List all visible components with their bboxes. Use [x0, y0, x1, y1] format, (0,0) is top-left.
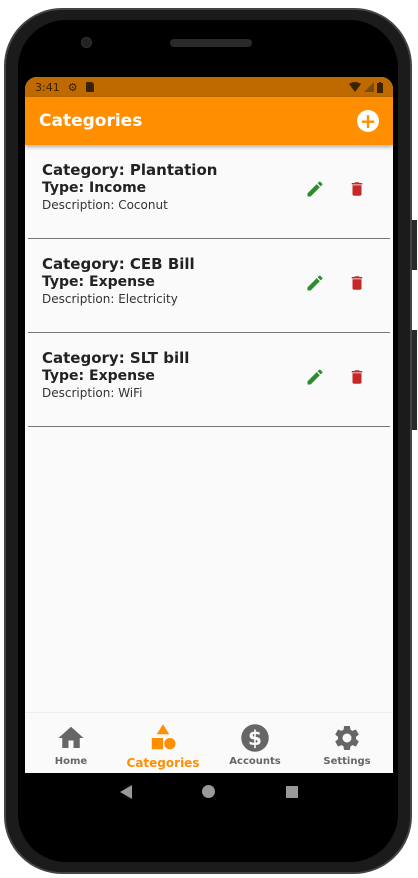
plus-circle-icon: + [359, 109, 377, 133]
app-bar: Categories + [25, 97, 393, 145]
delete-icon[interactable] [348, 179, 366, 199]
wifi-icon [349, 82, 361, 92]
speaker-grille [170, 39, 252, 47]
home-button-icon[interactable] [202, 785, 216, 798]
shapes-icon [151, 724, 176, 750]
volume-button [412, 220, 417, 270]
tab-accounts[interactable]: $ Accounts [209, 713, 301, 773]
tab-home[interactable]: Home [25, 713, 117, 773]
tab-label: Categories [126, 756, 200, 770]
screen: 3:41 ⚙ Categories + Category: Plantation… [25, 77, 393, 810]
signal-icon [364, 82, 374, 92]
category-name: Category: SLT bill [42, 349, 190, 367]
status-time: 3:41 [35, 80, 60, 94]
category-type: Type: Income [42, 180, 147, 196]
category-item: Category: SLT bill Type: Expense Descrip… [28, 333, 390, 427]
svg-text:$: $ [248, 726, 262, 750]
battery-icon [377, 81, 383, 93]
category-description: Description: Electricity [42, 292, 178, 306]
tab-label: Settings [323, 756, 371, 767]
recents-icon[interactable] [285, 785, 298, 798]
bottom-navigation: Home Categories $ Accounts Settings [25, 712, 393, 773]
tab-categories[interactable]: Categories [117, 713, 209, 773]
category-type: Type: Expense [42, 274, 155, 290]
status-bar: 3:41 ⚙ [25, 77, 393, 97]
power-button [412, 330, 417, 430]
category-list: Category: Plantation Type: Income Descri… [25, 145, 393, 427]
category-name: Category: CEB Bill [42, 255, 195, 273]
delete-icon[interactable] [348, 367, 366, 387]
sd-card-icon [85, 82, 94, 92]
tab-settings[interactable]: Settings [301, 713, 393, 773]
category-name: Category: Plantation [42, 161, 218, 179]
edit-icon[interactable] [305, 273, 325, 293]
tab-label: Home [54, 756, 88, 767]
category-description: Description: WiFi [42, 386, 143, 400]
edit-icon[interactable] [305, 179, 325, 199]
category-item: Category: Plantation Type: Income Descri… [28, 145, 390, 239]
add-category-button[interactable]: + [357, 110, 379, 132]
home-icon [58, 726, 84, 748]
gear-icon [335, 726, 359, 750]
front-camera [81, 37, 92, 48]
page-title: Categories [39, 111, 143, 131]
dollar-circle-icon: $ [241, 724, 269, 752]
settings-status-icon: ⚙ [67, 80, 78, 94]
delete-icon[interactable] [348, 273, 366, 293]
tab-label: Accounts [229, 756, 281, 767]
category-description: Description: Coconut [42, 198, 168, 212]
system-navigation-bar [25, 773, 393, 810]
category-item: Category: CEB Bill Type: Expense Descrip… [28, 239, 390, 333]
back-icon[interactable] [120, 784, 133, 799]
category-type: Type: Expense [42, 368, 155, 384]
edit-icon[interactable] [305, 367, 325, 387]
